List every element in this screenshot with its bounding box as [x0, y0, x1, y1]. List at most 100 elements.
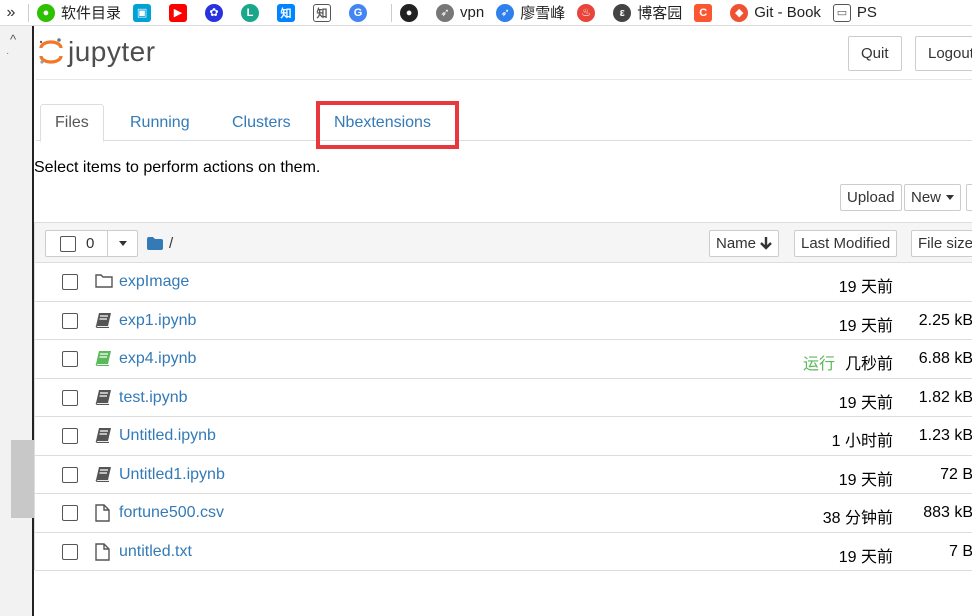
refresh-button[interactable]: [966, 184, 972, 211]
breadcrumb-root[interactable]: /: [147, 235, 173, 252]
bookmark-csdn[interactable]: C: [694, 3, 718, 22]
select-all-toggle[interactable]: 0: [46, 231, 108, 256]
bookmark-github[interactable]: ●: [400, 3, 424, 22]
bookmark-zhihu[interactable]: 知: [277, 3, 301, 22]
file-row[interactable]: exp4.ipynb 运行 几秒前 6.88 kB: [35, 340, 972, 379]
bookmark-label: vpn: [460, 4, 485, 21]
row-checkbox[interactable]: [62, 505, 78, 521]
bookmark-rocket-blue[interactable]: ➶ 廖雪峰: [496, 2, 565, 23]
file-modified: 几秒前: [844, 356, 893, 373]
file-name-link[interactable]: expImage: [119, 273, 189, 291]
cnblogs-icon: ε: [613, 3, 632, 22]
csdn-icon: C: [694, 3, 713, 22]
file-size: 2.25 kB: [918, 311, 972, 329]
file-modified: 19 天前: [838, 548, 893, 566]
bookmark-label: PS: [856, 4, 877, 21]
select-all-group[interactable]: 0: [45, 230, 138, 257]
sort-by-size-button[interactable]: File size: [911, 230, 972, 257]
file-name-link[interactable]: Untitled.ipynb: [119, 427, 216, 445]
running-notebook-icon: [95, 350, 112, 371]
bookmark-folder[interactable]: ▭ PS: [832, 3, 877, 22]
file-row[interactable]: Untitled.ipynb 1 小时前 1.23 kB: [35, 417, 972, 456]
jupyter-logo-icon: [39, 38, 63, 64]
tab-running[interactable]: Running: [116, 104, 204, 142]
logout-button[interactable]: Logout: [915, 36, 972, 71]
file-icon: [95, 504, 110, 527]
bilibili-icon: ▣: [133, 3, 152, 22]
lofter-icon: L: [241, 3, 260, 22]
row-checkbox[interactable]: [62, 274, 78, 290]
new-dropdown-button[interactable]: New: [904, 184, 962, 211]
bookmark-google[interactable]: G: [349, 3, 373, 22]
row-checkbox[interactable]: [62, 351, 78, 367]
bookmark-rocket[interactable]: ➶ vpn: [436, 3, 485, 22]
bookmark-lofter[interactable]: L: [241, 3, 265, 22]
file-row[interactable]: Untitled1.ipynb 19 天前 72 B: [35, 456, 972, 494]
file-name-link[interactable]: fortune500.csv: [119, 504, 224, 522]
zhi-icon: 知: [313, 3, 332, 22]
bookmark-baidu[interactable]: ✿: [205, 3, 229, 22]
bookmark-youtube[interactable]: ▶: [169, 3, 193, 22]
sort-by-name-button[interactable]: Name: [709, 230, 780, 257]
select-all-checkbox[interactable]: [60, 235, 76, 252]
bookmarks-bar: » ● 软件目录 ▣ ▶ ✿ L 知知 G ● ➶ vpn ➶ 廖雪峰 ♨ ε 博客园 C ◆ Git - Book…: [0, 0, 972, 26]
file-size: 883 kB: [923, 504, 972, 521]
bookmark-git[interactable]: ◆ Git - Book: [730, 3, 821, 22]
bookmark-bilibili[interactable]: ▣: [133, 3, 157, 22]
quit-button[interactable]: Quit: [848, 36, 902, 71]
folder-icon: [147, 237, 163, 250]
file-modified: 19 天前: [838, 279, 893, 296]
sort-by-modified-button[interactable]: Last Modified: [794, 230, 898, 257]
file-list-header: 0 / Name Last Modified File size: [35, 223, 972, 263]
jupyter-logo[interactable]: jupyter: [38, 36, 156, 68]
bookmark-zhi[interactable]: 知: [313, 3, 337, 22]
file-name-link[interactable]: exp4.ipynb: [119, 350, 196, 368]
file-name-link[interactable]: exp1.ipynb: [119, 312, 196, 330]
file-row[interactable]: fortune500.csv 38 分钟前 883 kB: [35, 494, 972, 533]
bookmark-label: Git - Book: [754, 4, 821, 21]
select-menu-button[interactable]: [108, 231, 137, 256]
row-checkbox[interactable]: [62, 389, 78, 406]
zhihu-icon: 知: [277, 3, 296, 22]
file-name-link[interactable]: untitled.txt: [119, 543, 192, 561]
browser-side-panel: ^ ·: [0, 26, 34, 616]
highlight-box: [316, 101, 459, 149]
file-size: 7 B: [948, 542, 972, 560]
upload-button[interactable]: Upload: [840, 184, 902, 211]
file-row[interactable]: untitled.txt 19 天前 7 B: [35, 533, 972, 571]
breadcrumb-path: /: [169, 235, 174, 252]
file-name-link[interactable]: test.ipynb: [119, 389, 187, 407]
rocket-blue-icon: ➶: [496, 3, 515, 22]
file-modified: 19 天前: [838, 394, 893, 412]
caret-down-icon: [946, 195, 955, 200]
bookmark-wechat[interactable]: ● 软件目录: [37, 2, 121, 23]
notebook-icon: [95, 312, 112, 333]
bookmark-flame[interactable]: ♨: [577, 3, 601, 22]
file-name-link[interactable]: Untitled1.ipynb: [119, 466, 225, 484]
row-checkbox[interactable]: [62, 466, 78, 483]
notebook-icon: [95, 427, 112, 448]
github-icon: ●: [400, 3, 419, 22]
caret-down-icon: [118, 241, 127, 246]
file-row[interactable]: expImage 19 天前: [35, 263, 972, 302]
tab-clusters[interactable]: Clusters: [218, 104, 305, 142]
row-checkbox[interactable]: [62, 312, 78, 329]
file-modified: 19 天前: [838, 317, 893, 335]
file-size: 1.82 kB: [918, 388, 972, 406]
file-modified: 1 小时前: [831, 433, 893, 450]
notebook-icon: [95, 389, 112, 410]
jupyter-logo-text: jupyter: [68, 36, 156, 67]
new-button-label: New: [911, 189, 942, 206]
row-checkbox[interactable]: [62, 543, 78, 560]
collapse-up-icon[interactable]: ^: [10, 32, 16, 47]
baidu-icon: ✿: [205, 3, 224, 22]
row-checkbox[interactable]: [62, 428, 78, 444]
file-row[interactable]: test.ipynb 19 天前 1.82 kB: [35, 379, 972, 417]
running-indicator: 运行: [802, 356, 835, 373]
bookmark-cnblogs[interactable]: ε 博客园: [613, 2, 682, 23]
side-scrollbar-thumb[interactable]: [11, 440, 34, 518]
file-row[interactable]: exp1.ipynb 19 天前 2.25 kB: [35, 302, 972, 340]
rocket-icon: ➶: [436, 3, 455, 22]
bookmarks-overflow-icon[interactable]: »: [0, 4, 22, 22]
tab-files[interactable]: Files: [40, 104, 104, 142]
